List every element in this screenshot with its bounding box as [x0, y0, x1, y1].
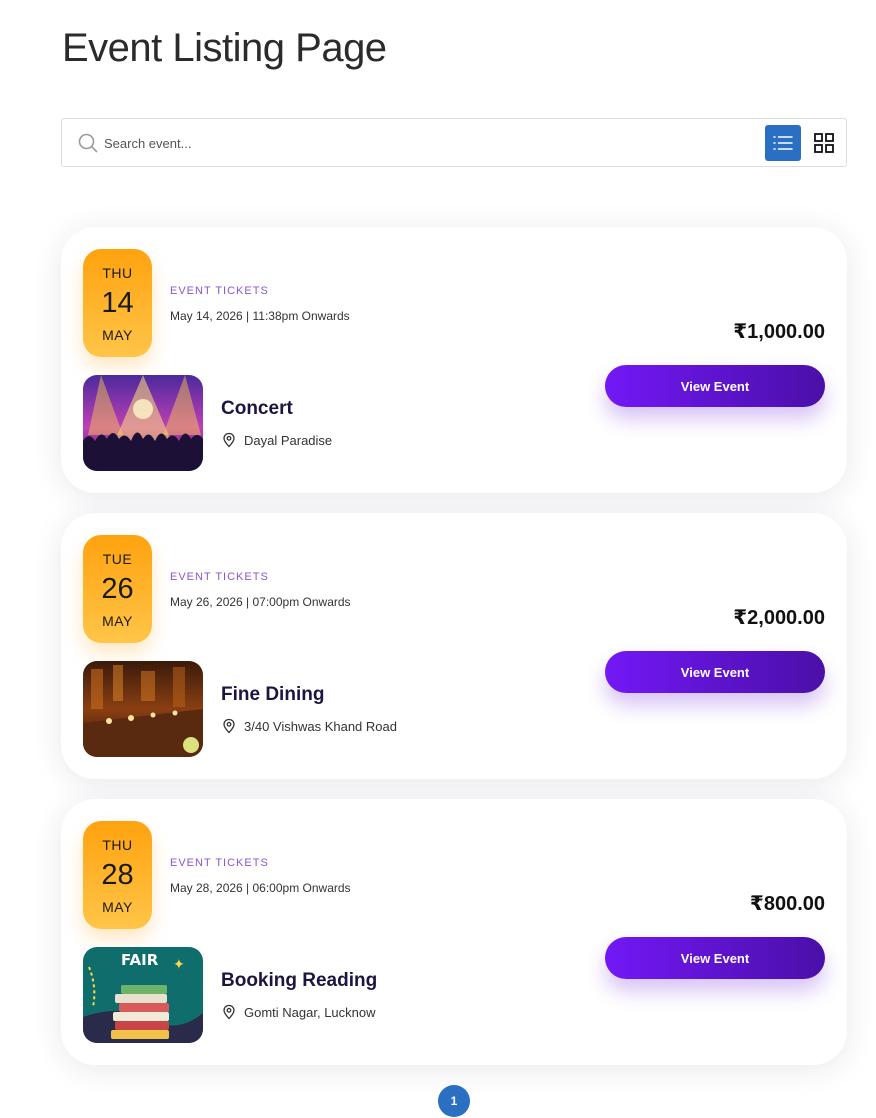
event-price: ₹2,000.00 — [733, 607, 825, 629]
event-name[interactable]: Concert — [221, 398, 293, 420]
event-location: Gomti Nagar, Lucknow — [221, 1004, 376, 1020]
event-location-text: Gomti Nagar, Lucknow — [244, 1004, 376, 1020]
event-category: EVENT TICKETS — [170, 857, 269, 869]
svg-text:✦: ✦ — [173, 957, 185, 973]
date-weekday: TUE — [102, 551, 133, 567]
event-card: THU 28 MAY EVENT TICKETS May 28, 2026 | … — [61, 799, 847, 1065]
event-card: TUE 26 MAY EVENT TICKETS May 26, 2026 | … — [61, 513, 847, 779]
location-pin-icon — [223, 1004, 235, 1020]
event-name[interactable]: Fine Dining — [221, 684, 324, 706]
event-category: EVENT TICKETS — [170, 571, 269, 583]
view-event-button[interactable]: View Event — [605, 651, 825, 693]
view-event-button[interactable]: View Event — [605, 365, 825, 407]
location-pin-icon — [223, 718, 235, 734]
event-name[interactable]: Booking Reading — [221, 970, 377, 992]
view-event-button[interactable]: View Event — [605, 937, 825, 979]
book-fair-image[interactable]: FAIR ✦ — [83, 947, 203, 1043]
grid-view-icon — [814, 133, 834, 153]
date-badge: THU 28 MAY — [83, 821, 152, 929]
location-pin-icon — [223, 432, 235, 448]
search-icon — [78, 133, 98, 153]
event-location: Dayal Paradise — [221, 432, 332, 448]
grid-view-button[interactable] — [806, 125, 842, 161]
date-day: 14 — [101, 287, 134, 319]
event-category: EVENT TICKETS — [170, 285, 269, 297]
pagination-page-button[interactable]: 1 — [438, 1085, 470, 1117]
event-datetime: May 26, 2026 | 07:00pm Onwards — [170, 595, 351, 609]
date-badge: THU 14 MAY — [83, 249, 152, 357]
date-month: MAY — [102, 899, 133, 915]
date-weekday: THU — [102, 837, 133, 853]
date-month: MAY — [102, 613, 133, 629]
date-month: MAY — [102, 327, 133, 343]
event-price: ₹800.00 — [749, 893, 825, 915]
concert-crowd-image[interactable] — [83, 375, 203, 471]
dining-hall-image[interactable] — [83, 661, 203, 757]
page-title: Event Listing Page — [62, 26, 387, 70]
event-card: THU 14 MAY EVENT TICKETS May 14, 2026 | … — [61, 227, 847, 493]
event-location-text: Dayal Paradise — [244, 432, 333, 448]
list-view-button[interactable] — [765, 125, 801, 161]
book-fair-image-text: FAIR — [121, 951, 159, 969]
list-view-icon — [773, 136, 793, 150]
date-day: 28 — [101, 859, 134, 891]
search-input[interactable] — [104, 129, 704, 157]
event-datetime: May 14, 2026 | 11:38pm Onwards — [170, 309, 350, 323]
event-location: 3/40 Vishwas Khand Road — [221, 718, 397, 734]
date-badge: TUE 26 MAY — [83, 535, 152, 643]
event-location-text: 3/40 Vishwas Khand Road — [244, 718, 397, 734]
event-datetime: May 28, 2026 | 06:00pm Onwards — [170, 881, 351, 895]
date-weekday: THU — [102, 265, 133, 281]
event-price: ₹1,000.00 — [733, 321, 825, 343]
search-bar — [61, 118, 847, 167]
date-day: 26 — [101, 573, 134, 605]
